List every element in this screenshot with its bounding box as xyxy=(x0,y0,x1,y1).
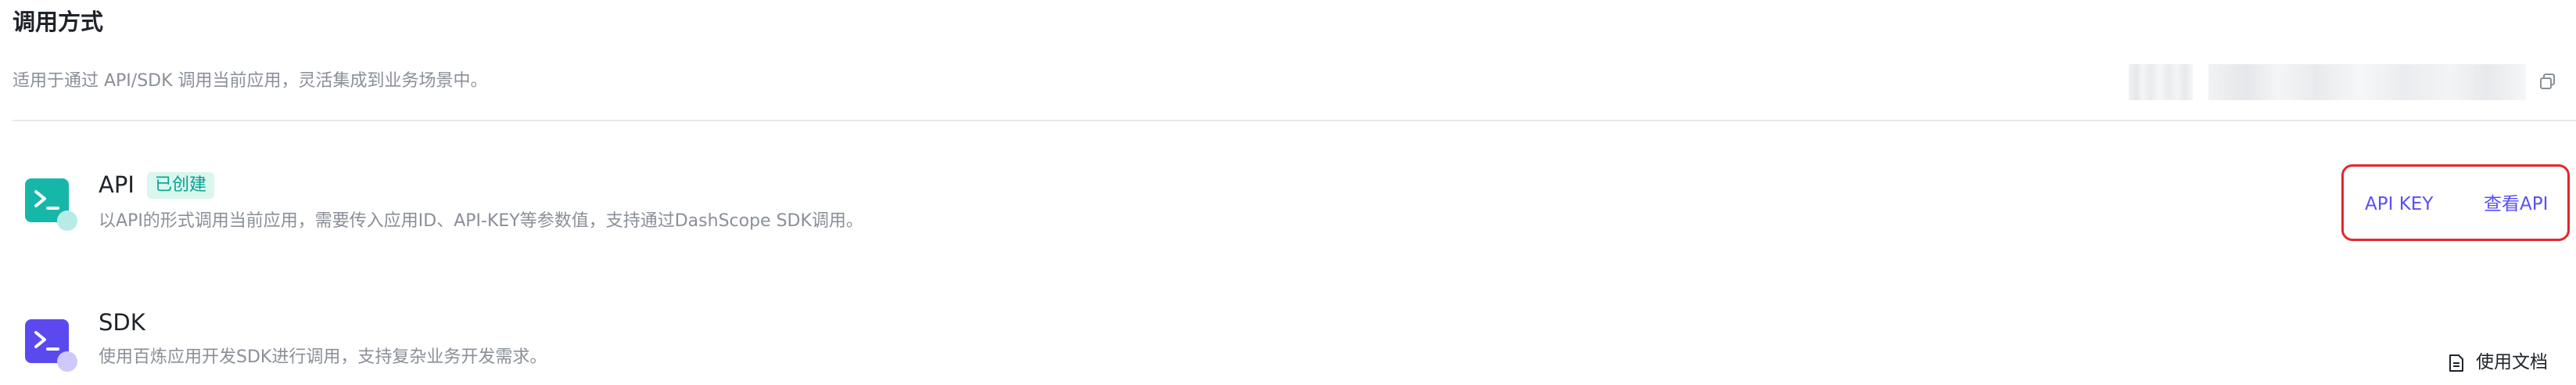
api-method-title: API xyxy=(99,171,135,198)
section-description: 适用于通过 API/SDK 调用当前应用，灵活集成到业务场景中。 xyxy=(13,71,488,91)
sdk-method-item: SDK 使用百炼应用开发SDK进行调用，支持复杂业务开发需求。 使用文档 xyxy=(0,302,2576,385)
divider xyxy=(13,120,2576,121)
document-icon xyxy=(2449,354,2463,372)
terminal-icon xyxy=(25,319,77,372)
redacted-block xyxy=(2129,64,2193,100)
view-api-button[interactable]: 查看API xyxy=(2484,191,2548,218)
app-id-value-redacted xyxy=(2129,64,2526,100)
sdk-method-description: 使用百炼应用开发SDK进行调用，支持复杂业务开发需求。 xyxy=(99,347,547,367)
terminal-icon xyxy=(25,178,77,231)
invocation-methods-panel: 调用方式 适用于通过 API/SDK 调用当前应用，灵活集成到业务场景中。 AP… xyxy=(0,0,2576,385)
usage-docs-label: 使用文档 xyxy=(2476,352,2548,372)
status-badge: 已创建 xyxy=(147,172,215,199)
sdk-method-title: SDK xyxy=(99,309,145,336)
api-method-description: 以API的形式调用当前应用，需要传入应用ID、API-KEY等参数值，支持通过D… xyxy=(99,211,863,231)
redacted-block xyxy=(2208,64,2526,100)
api-method-item: API 已创建 以API的形式调用当前应用，需要传入应用ID、API-KEY等参… xyxy=(0,157,2576,243)
api-key-button[interactable]: API KEY xyxy=(2365,191,2433,218)
copy-icon[interactable] xyxy=(2538,72,2557,91)
section-title: 调用方式 xyxy=(13,9,104,35)
